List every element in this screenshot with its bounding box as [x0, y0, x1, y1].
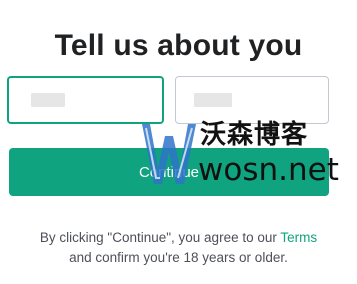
- continue-button[interactable]: Continue: [9, 148, 329, 196]
- watermark-cn-text: 沃森博客: [200, 120, 309, 150]
- last-name-field[interactable]: [175, 76, 329, 124]
- page-title: Tell us about you: [54, 29, 303, 63]
- terms-link[interactable]: Terms: [280, 230, 317, 245]
- terms-disclaimer: By clicking "Continue", you agree to our…: [0, 228, 357, 268]
- redacted-value: [31, 93, 65, 107]
- disclaimer-prefix: By clicking "Continue", you agree to our: [39, 230, 281, 245]
- disclaimer-suffix: and confirm you're 18 years or older.: [69, 250, 288, 265]
- redacted-value: [194, 93, 232, 107]
- first-name-field[interactable]: [7, 76, 164, 124]
